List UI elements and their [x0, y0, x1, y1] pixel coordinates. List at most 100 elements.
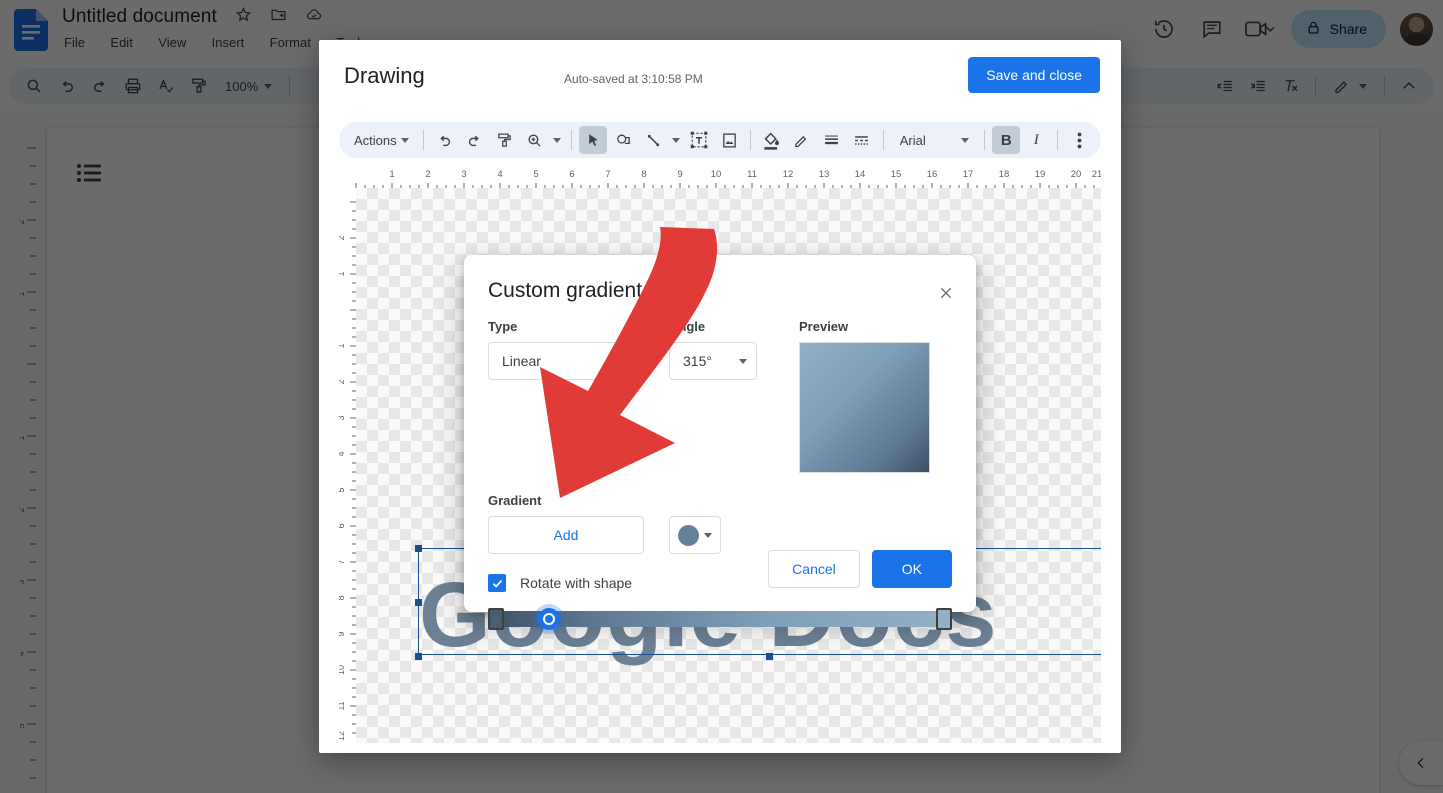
add-stop-button[interactable]: Add	[488, 516, 644, 554]
svg-text:1: 1	[339, 271, 346, 276]
line-dropdown-icon[interactable]	[669, 126, 683, 154]
bold-button[interactable]: B	[992, 126, 1021, 154]
selection-handle-ml[interactable]	[415, 599, 422, 606]
svg-text:5: 5	[533, 169, 538, 180]
gradient-stop-0[interactable]	[488, 608, 504, 630]
gradient-type-value: Linear	[502, 353, 541, 369]
svg-text:5: 5	[339, 487, 346, 492]
svg-text:1: 1	[339, 343, 346, 348]
svg-text:2: 2	[425, 169, 430, 180]
gradient-stop-slider[interactable]	[488, 608, 952, 630]
svg-text:12: 12	[339, 731, 346, 741]
drawing-toolbar-divider-5	[984, 130, 986, 150]
svg-text:12: 12	[783, 169, 794, 180]
actions-menu-button[interactable]: Actions	[347, 133, 416, 148]
shape-icon[interactable]	[609, 126, 637, 154]
gradient-type-select[interactable]: Linear	[488, 342, 644, 380]
screen: Untitled document File Edit View	[0, 0, 1443, 793]
drawing-toolbar: Actions Arial B I	[339, 122, 1101, 158]
svg-text:17: 17	[963, 169, 974, 180]
autosave-status: Auto-saved at 3:10:58 PM	[564, 72, 703, 86]
zoom-dropdown-icon[interactable]	[550, 126, 564, 154]
actions-label: Actions	[354, 132, 397, 148]
svg-text:18: 18	[999, 169, 1010, 180]
fill-color-icon[interactable]	[758, 126, 786, 154]
svg-text:7: 7	[605, 169, 610, 180]
drawing-dialog-title: Drawing	[344, 63, 425, 88]
svg-text:8: 8	[339, 595, 346, 600]
close-icon[interactable]	[934, 281, 958, 305]
redo-icon[interactable]	[460, 126, 488, 154]
line-color-icon[interactable]	[788, 126, 816, 154]
image-icon[interactable]	[715, 126, 743, 154]
svg-text:9: 9	[339, 631, 346, 636]
gradient-label: Gradient	[488, 493, 542, 508]
drawing-toolbar-divider-3	[750, 130, 751, 150]
svg-text:20: 20	[1071, 169, 1082, 180]
gradient-stop-controls: Add	[488, 516, 952, 554]
svg-text:11: 11	[339, 701, 346, 710]
svg-text:4: 4	[339, 451, 346, 456]
gradient-stop-2[interactable]	[936, 608, 952, 630]
dialog-actions: Cancel OK	[768, 550, 952, 588]
gradient-dialog-title: Custom gradient	[488, 279, 643, 302]
drawing-vertical-ruler: 2 1 1 2 3 4 5 6 7 8 9 10 11 12	[339, 188, 356, 743]
gradient-stop-1-selected[interactable]	[538, 608, 560, 630]
drawing-horizontal-ruler: 1234 5678 9 10 11 12 13 14 15 16 17 18 19 20 21	[339, 168, 1102, 188]
svg-text:3: 3	[339, 415, 346, 420]
angle-field-group: Angle 315°	[669, 319, 757, 473]
svg-text:3: 3	[461, 169, 466, 180]
undo-icon[interactable]	[430, 126, 458, 154]
chevron-down-icon	[400, 137, 409, 143]
text-box-icon[interactable]	[685, 126, 713, 154]
drawing-toolbar-divider-2	[571, 130, 573, 150]
gradient-preview	[799, 342, 930, 473]
svg-text:14: 14	[855, 169, 866, 180]
svg-text:11: 11	[747, 169, 757, 180]
svg-text:4: 4	[497, 169, 502, 180]
selection-handle-bc[interactable]	[766, 653, 773, 660]
gradient-top-row: Type Linear Angle 315° Preview	[488, 319, 952, 473]
chevron-down-icon	[626, 358, 634, 364]
gradient-angle-select[interactable]: 315°	[669, 342, 757, 380]
gradient-color-swatch-button[interactable]	[669, 516, 721, 554]
type-label: Type	[488, 319, 518, 334]
line-icon[interactable]	[639, 126, 667, 154]
italic-button[interactable]: I	[1022, 126, 1050, 154]
svg-text:21: 21	[1092, 169, 1101, 180]
ok-button[interactable]: OK	[871, 550, 952, 588]
rotate-with-shape-checkbox[interactable]	[488, 574, 506, 592]
chevron-down-icon	[704, 532, 712, 538]
color-swatch	[678, 524, 699, 546]
stop-inner-ring	[543, 613, 555, 625]
line-weight-icon[interactable]	[818, 126, 846, 154]
check-icon	[492, 579, 502, 588]
svg-text:8: 8	[641, 169, 646, 180]
svg-text:19: 19	[1035, 169, 1046, 180]
svg-text:2: 2	[339, 379, 346, 384]
svg-text:10: 10	[711, 169, 722, 180]
svg-text:15: 15	[891, 169, 902, 180]
font-family-dropdown[interactable]: Arial	[891, 133, 978, 148]
type-field-group: Type Linear	[488, 319, 644, 473]
svg-text:7: 7	[339, 559, 346, 564]
chevron-down-icon	[553, 137, 562, 143]
select-cursor-icon[interactable]	[579, 126, 608, 154]
chevron-down-icon	[672, 137, 681, 143]
cancel-button[interactable]: Cancel	[768, 550, 860, 588]
font-family-value: Arial	[899, 132, 926, 148]
svg-text:10: 10	[339, 665, 346, 675]
selection-handle-bl[interactable]	[415, 653, 422, 660]
more-options-icon[interactable]	[1065, 126, 1093, 154]
gradient-angle-value: 315°	[683, 353, 712, 369]
svg-text:6: 6	[569, 169, 574, 180]
svg-text:6: 6	[339, 523, 346, 528]
zoom-icon[interactable]	[520, 126, 548, 154]
preview-group: Preview	[799, 319, 930, 473]
paint-format-icon[interactable]	[490, 126, 518, 154]
preview-label: Preview	[799, 319, 849, 334]
selection-handle-tl[interactable]	[415, 545, 422, 552]
line-dash-icon[interactable]	[848, 126, 876, 154]
save-and-close-button[interactable]: Save and close	[968, 57, 1100, 93]
drawing-toolbar-divider-4	[882, 130, 884, 150]
